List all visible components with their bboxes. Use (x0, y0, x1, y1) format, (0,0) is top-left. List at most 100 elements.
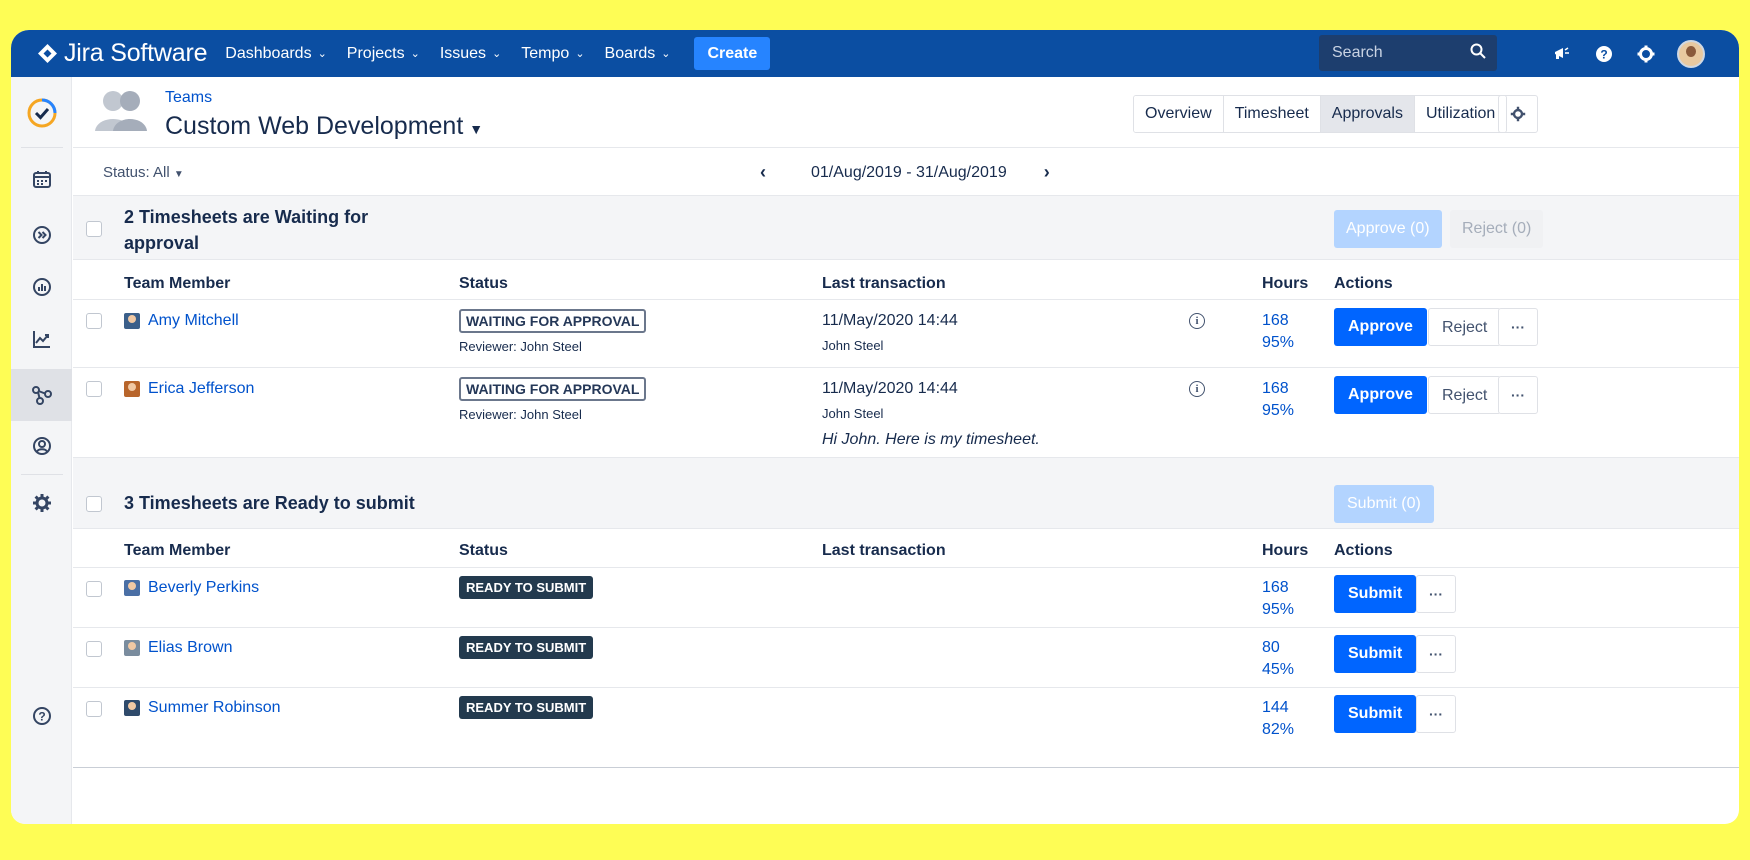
nav-boards[interactable]: Boards ⌄ (605, 45, 671, 63)
status-filter-dropdown[interactable]: Status: All ▼ (103, 164, 184, 181)
page-title: Custom Web Development (165, 112, 464, 140)
member-link[interactable]: Summer Robinson (124, 699, 281, 717)
top-navigation: Jira Software Dashboards ⌄ Projects ⌄ Issu… (11, 30, 1739, 77)
row-checkbox[interactable] (86, 313, 102, 329)
nav-projects[interactable]: Projects ⌄ (347, 45, 420, 63)
submit-button[interactable]: Submit (1334, 695, 1417, 733)
search-box[interactable] (1319, 35, 1497, 71)
status-filter-label: Status: All (103, 164, 170, 181)
member-link[interactable]: Beverly Perkins (124, 579, 259, 597)
approve-button[interactable]: Approve (1334, 308, 1427, 346)
tab-approvals[interactable]: Approvals (1320, 96, 1415, 132)
transaction-user: John Steel (822, 406, 884, 421)
chevron-right-icon[interactable]: › (1037, 162, 1057, 183)
settings-gear-icon[interactable] (11, 481, 72, 525)
member-link[interactable]: Amy Mitchell (124, 312, 239, 330)
reject-button[interactable]: Reject (1428, 376, 1502, 414)
nav-boards-label: Boards (604, 44, 656, 62)
waiting-section-header: 2 Timesheets are Waiting for approval Ap… (73, 196, 1739, 260)
user-avatar[interactable] (1677, 39, 1705, 68)
teams-network-icon[interactable] (11, 369, 72, 421)
nav-dashboards[interactable]: Dashboards ⌄ (225, 45, 327, 63)
create-button[interactable]: Create (694, 37, 771, 70)
settings-gear-icon[interactable] (1635, 43, 1657, 65)
select-all-waiting-checkbox[interactable] (86, 221, 102, 237)
row-divider (73, 687, 1739, 688)
col-hours: Hours (1262, 275, 1309, 292)
avatar (124, 700, 140, 716)
sidebar-divider (21, 147, 63, 148)
row-checkbox[interactable] (86, 701, 102, 717)
team-settings-button[interactable] (1498, 95, 1538, 133)
reports-circle-icon[interactable] (11, 265, 72, 309)
col-team-member: Team Member (124, 542, 231, 559)
waiting-title-line2: approval (124, 233, 200, 253)
gear-icon (1510, 106, 1526, 122)
more-actions-button[interactable]: ··· (1416, 695, 1456, 733)
row-divider (73, 299, 1739, 300)
tab-timesheet[interactable]: Timesheet (1223, 96, 1321, 132)
nav-issues-label: Issues (439, 44, 487, 62)
more-actions-button[interactable]: ··· (1498, 308, 1538, 346)
jira-app-window: Jira Software Dashboards ⌄ Projects ⌄ Issu… (11, 30, 1739, 824)
brand-name: Jira Software (64, 39, 208, 67)
submit-button[interactable]: Submit (1334, 575, 1417, 613)
forward-circle-icon[interactable] (11, 213, 72, 257)
nav-tempo[interactable]: Tempo ⌄ (521, 45, 584, 63)
more-actions-button[interactable]: ··· (1416, 575, 1456, 613)
info-icon[interactable]: i (1189, 313, 1205, 329)
col-status: Status (459, 275, 508, 292)
hours-link[interactable]: 80 45% (1262, 637, 1294, 681)
status-badge: READY TO SUBMIT (459, 696, 594, 719)
submit-all-button[interactable]: Submit (0) (1334, 485, 1434, 523)
row-checkbox[interactable] (86, 381, 102, 397)
nav-icon-group: ? (1551, 30, 1705, 77)
member-name: Summer Robinson (148, 699, 281, 716)
row-checkbox[interactable] (86, 581, 102, 597)
main-content: Teams Custom Web Development ▼ Overview … (73, 77, 1739, 824)
sidebar-divider (21, 474, 63, 475)
member-link[interactable]: Elias Brown (124, 639, 232, 657)
tempo-logo-icon[interactable] (11, 91, 72, 135)
status-badge: WAITING FOR APPROVAL (459, 377, 647, 401)
col-last-transaction: Last transaction (822, 275, 946, 292)
hours-percent: 95% (1262, 334, 1295, 351)
hours-link[interactable]: 144 82% (1262, 697, 1294, 741)
user-circle-icon[interactable] (11, 424, 72, 468)
col-last-transaction: Last transaction (822, 542, 946, 559)
member-link[interactable]: Erica Jefferson (124, 380, 254, 398)
help-circle-icon[interactable]: ? (11, 694, 72, 738)
info-icon[interactable]: i (1189, 381, 1205, 397)
reject-button[interactable]: Reject (1428, 308, 1502, 346)
breadcrumb-teams[interactable]: Teams (165, 89, 212, 107)
megaphone-icon[interactable] (1551, 43, 1573, 65)
col-status: Status (459, 542, 508, 559)
hours-link[interactable]: 168 95% (1262, 378, 1294, 422)
row-checkbox[interactable] (86, 641, 102, 657)
more-actions-button[interactable]: ··· (1498, 376, 1538, 414)
select-all-ready-checkbox[interactable] (86, 496, 102, 512)
hours-percent: 82% (1262, 721, 1295, 738)
col-actions: Actions (1334, 275, 1393, 292)
approve-button[interactable]: Approve (1334, 376, 1427, 414)
chevron-left-icon[interactable]: ‹ (753, 162, 773, 183)
jira-logo[interactable]: Jira Software (37, 39, 207, 68)
row-divider (73, 367, 1739, 368)
hours-link[interactable]: 168 95% (1262, 310, 1294, 354)
more-actions-button[interactable]: ··· (1416, 635, 1456, 673)
submit-button[interactable]: Submit (1334, 635, 1417, 673)
nav-issues[interactable]: Issues ⌄ (440, 45, 501, 63)
tab-overview[interactable]: Overview (1134, 96, 1224, 132)
tab-utilization[interactable]: Utilization (1414, 96, 1507, 132)
trend-chart-icon[interactable] (11, 317, 72, 361)
search-input[interactable] (1330, 43, 1460, 63)
hours-percent: 45% (1262, 661, 1295, 678)
reject-all-button[interactable]: Reject (0) (1450, 210, 1544, 248)
hours-link[interactable]: 168 95% (1262, 577, 1294, 621)
avatar (124, 313, 140, 329)
help-icon[interactable]: ? (1593, 43, 1615, 65)
reviewer-text: Reviewer: John Steel (459, 407, 582, 422)
approve-all-button[interactable]: Approve (0) (1334, 210, 1442, 248)
calendar-icon[interactable] (11, 157, 72, 201)
team-title-dropdown[interactable]: Custom Web Development ▼ (165, 112, 483, 141)
